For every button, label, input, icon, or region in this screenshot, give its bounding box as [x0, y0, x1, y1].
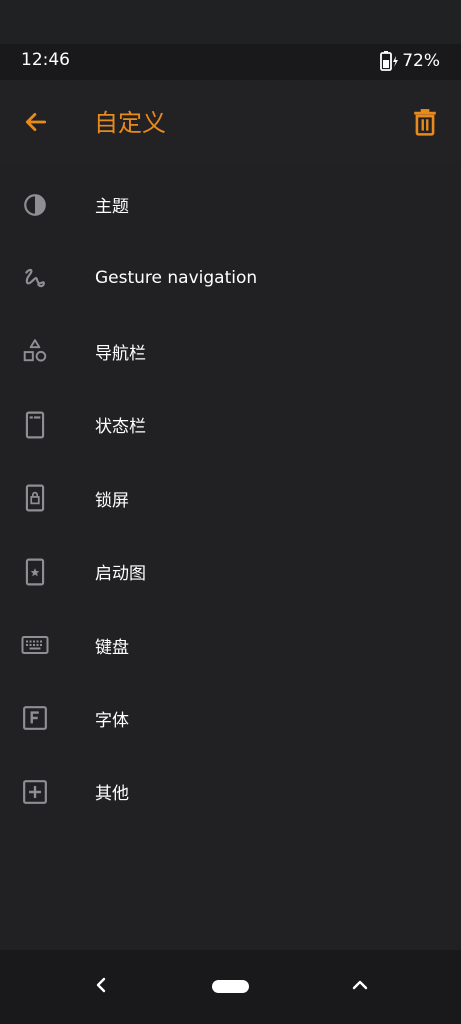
menu-item-label: Gesture navigation [95, 268, 258, 289]
menu-item-gesture-navigation[interactable]: Gesture navigation [0, 241, 461, 314]
menu-item-label: 字体 [95, 710, 129, 731]
battery-charging-icon [378, 50, 400, 72]
battery-percent: 72% [402, 51, 440, 71]
keyboard-icon [21, 631, 49, 659]
nav-back-button[interactable] [88, 974, 114, 1000]
top-strip [0, 0, 461, 44]
menu-item-theme[interactable]: 主题 [0, 168, 461, 241]
plus-square-icon [21, 778, 49, 806]
settings-menu: 主题 Gesture navigation 导航栏 状态栏 锁屏 启动图 键盘 … [0, 168, 461, 829]
menu-item-label: 主题 [95, 197, 129, 218]
menu-item-label: 键盘 [95, 637, 129, 658]
phone-star-icon [21, 558, 49, 586]
nav-recents-button[interactable] [347, 974, 373, 1000]
theme-contrast-icon [21, 191, 49, 219]
chevron-up-icon [351, 977, 369, 997]
menu-item-label: 状态栏 [95, 417, 146, 438]
delete-button[interactable] [408, 107, 442, 141]
phone-lock-icon [21, 484, 49, 512]
menu-item-launch-image[interactable]: 启动图 [0, 535, 461, 608]
home-pill-icon[interactable] [212, 980, 249, 993]
arrow-left-icon [23, 109, 49, 139]
menu-item-navigation-bar[interactable]: 导航栏 [0, 315, 461, 388]
chevron-left-icon [93, 976, 109, 998]
menu-item-label: 启动图 [95, 564, 146, 585]
status-right: 72% [378, 50, 440, 72]
back-button[interactable] [20, 108, 52, 140]
menu-item-label: 其他 [95, 784, 129, 805]
menu-item-lock-screen[interactable]: 锁屏 [0, 462, 461, 535]
gesture-icon [21, 264, 49, 292]
menu-item-label: 导航栏 [95, 343, 146, 364]
menu-item-keyboard[interactable]: 键盘 [0, 608, 461, 681]
system-nav-bar [0, 950, 461, 1024]
font-icon [21, 704, 49, 732]
menu-item-other[interactable]: 其他 [0, 755, 461, 828]
trash-icon [412, 108, 438, 140]
menu-item-font[interactable]: 字体 [0, 682, 461, 755]
shapes-icon [21, 337, 49, 365]
app-bar: 自定义 [0, 80, 461, 166]
menu-item-label: 锁屏 [95, 490, 129, 511]
phone-statusbar-icon [21, 411, 49, 439]
status-time: 12:46 [21, 50, 70, 70]
status-bar: 12:46 72% [0, 44, 461, 80]
menu-item-status-bar[interactable]: 状态栏 [0, 388, 461, 461]
page-title: 自定义 [94, 109, 166, 137]
